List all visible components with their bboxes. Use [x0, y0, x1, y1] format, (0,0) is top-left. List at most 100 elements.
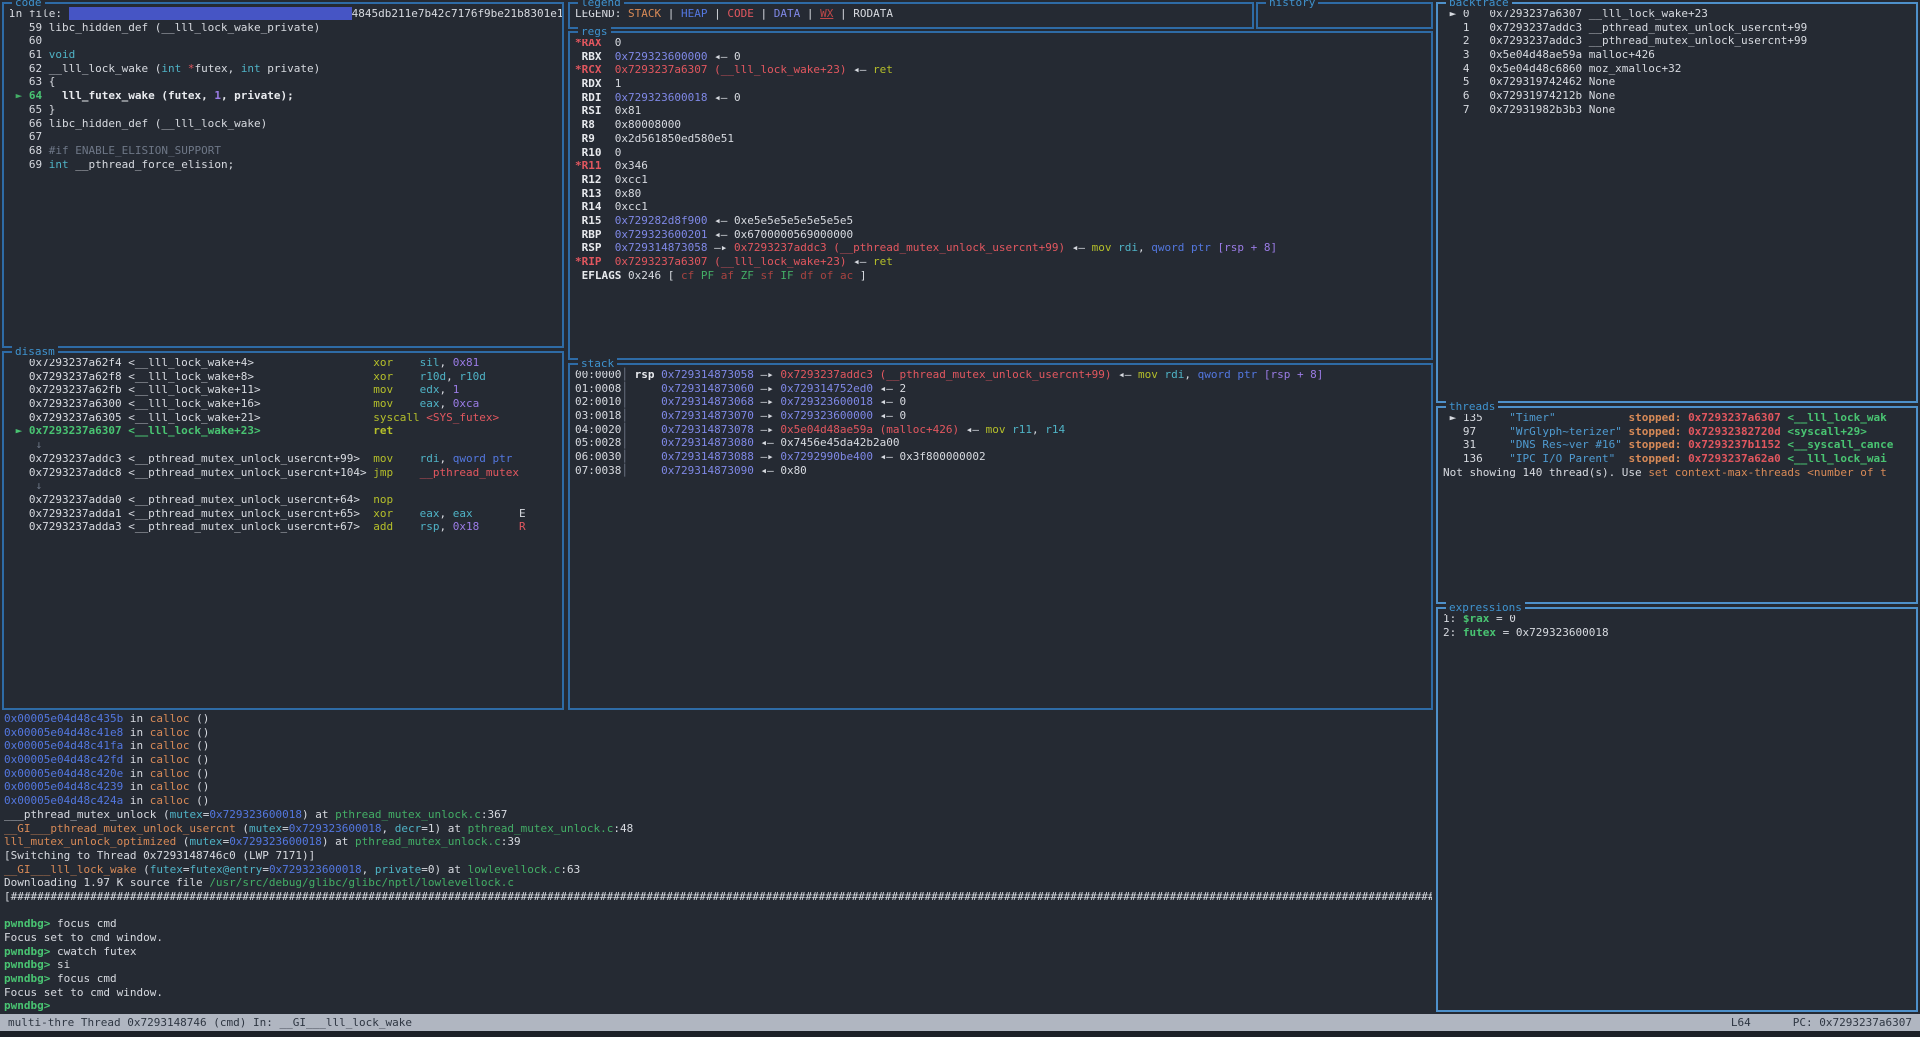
expression-row: 2: futex = 0x729323600018: [1443, 626, 1911, 640]
stack-row: 02:0010│ 0x729314873068 —▸ 0x72932360001…: [575, 395, 1426, 409]
cmd-output-line: 0x00005e04d48c435b in calloc (): [4, 712, 1432, 726]
backtrace-panel: backtrace ► 0 0x7293237a6307 __lll_lock_…: [1436, 2, 1918, 403]
legend-panel: legend LEGEND: STACK | HEAP | CODE | DAT…: [568, 2, 1254, 29]
cmd-output-line: Focus set to cmd window.: [4, 931, 1432, 945]
backtrace-frame: 5 0x729319742462 None: [1443, 75, 1911, 89]
code-line: 65 }: [9, 103, 557, 117]
backtrace-frame: 6 0x72931974212b None: [1443, 89, 1911, 103]
stack-row: 01:0008│ 0x729314873060 —▸ 0x729314752ed…: [575, 382, 1426, 396]
history-panel-title: history: [1266, 0, 1318, 10]
register-row: R12 0xcc1: [575, 173, 1426, 187]
code-line: 61 void: [9, 48, 557, 62]
backtrace-content: ► 0 0x7293237a6307 __lll_lock_wake+23 1 …: [1438, 4, 1916, 401]
disassembly-row: 0x7293237adda1 <__pthread_mutex_unlock_u…: [9, 507, 557, 521]
cmd-output-line: Focus set to cmd window.: [4, 986, 1432, 1000]
register-row: *RAX 0: [575, 36, 1426, 50]
cmd-output-line: __GI___pthread_mutex_unlock_usercnt (mut…: [4, 822, 1432, 836]
backtrace-frame: 4 0x5e04d48c6860 moz_xmalloc+32: [1443, 62, 1911, 76]
stack-row: 04:0020│ 0x729314873078 —▸ 0x5e04d48ae59…: [575, 423, 1426, 437]
register-row: R15 0x729282d8f900 ◂— 0xe5e5e5e5e5e5e5e5: [575, 214, 1426, 228]
code-line: 63 {: [9, 75, 557, 89]
disassembly-row: ↓: [9, 438, 557, 452]
stack-content: 00:0000│ rsp 0x729314873058 —▸ 0x7293237…: [570, 365, 1431, 708]
status-pc: PC: 0x7293237a6307: [1793, 1016, 1912, 1029]
cmd-output-line: lll_mutex_unlock_optimized (mutex=0x7293…: [4, 835, 1432, 849]
backtrace-frame: 3 0x5e04d48ae59a malloc+426: [1443, 48, 1911, 62]
thread-row: 97 "WrGlyph~terizer" stopped: 0x72932382…: [1443, 425, 1911, 439]
status-right-group: L64 PC: 0x7293237a6307: [1689, 1016, 1912, 1029]
disassembly-row: 0x7293237a62f4 <__lll_lock_wake+4> xor s…: [9, 356, 557, 370]
disassembly-panel: disasm 0x7293237a62f4 <__lll_lock_wake+4…: [2, 351, 564, 710]
disassembly-row: 0x7293237addc8 <__pthread_mutex_unlock_u…: [9, 466, 557, 480]
legend-line: LEGEND: STACK | HEAP | CODE | DATA | WX …: [575, 7, 1247, 21]
stack-row: 05:0028│ 0x729314873080 ◂— 0x7456e45da42…: [575, 436, 1426, 450]
code-panel-title: code: [12, 0, 45, 10]
disassembly-row: 0x7293237adda0 <__pthread_mutex_unlock_u…: [9, 493, 557, 507]
stack-panel-title: stack: [578, 357, 617, 371]
thread-row: Not showing 140 thread(s). Use set conte…: [1443, 466, 1911, 480]
register-row: RDX 1: [575, 77, 1426, 91]
expressions-panel-title: expressions: [1446, 601, 1525, 615]
history-panel: history [←] [→]: [1256, 2, 1433, 29]
backtrace-frame: 2 0x7293237addc3 __pthread_mutex_unlock_…: [1443, 34, 1911, 48]
cmd-output-line: [Switching to Thread 0x7293148746c0 (LWP…: [4, 849, 1432, 863]
code-line: 68 #if ENABLE_ELISION_SUPPORT: [9, 144, 557, 158]
code-line: 59 libc_hidden_def (__lll_lock_wake_priv…: [9, 21, 557, 35]
code-line: 62 __lll_lock_wake (int *futex, int priv…: [9, 62, 557, 76]
cmd-output-line: __GI___lll_lock_wake (futex=futex@entry=…: [4, 863, 1432, 877]
code-line: 69 int __pthread_force_elision;: [9, 158, 557, 172]
cmd-output-line: ___pthread_mutex_unlock (mutex=0x7293236…: [4, 808, 1432, 822]
cmd-output-line: pwndbg> si: [4, 958, 1432, 972]
cmd-output-line: Downloading 1.97 K source file /usr/src/…: [4, 876, 1432, 890]
thread-row: 136 "IPC I/O Parent" stopped: 0x7293237a…: [1443, 452, 1911, 466]
code-line: 60: [9, 34, 557, 48]
cmd-output-line: 0x00005e04d48c4239 in calloc (): [4, 780, 1432, 794]
register-row: R10 0: [575, 146, 1426, 160]
register-row: R14 0xcc1: [575, 200, 1426, 214]
registers-panel: regs *RAX 0 RBX 0x729323600000 ◂— 0*RCX …: [568, 31, 1433, 360]
backtrace-panel-title: backtrace: [1446, 0, 1512, 10]
stack-row: 00:0000│ rsp 0x729314873058 —▸ 0x7293237…: [575, 368, 1426, 382]
command-window[interactable]: 0x00005e04d48c435b in calloc ()0x00005e0…: [4, 712, 1432, 1013]
register-row: R13 0x80: [575, 187, 1426, 201]
disassembly-row: 0x7293237a62fb <__lll_lock_wake+11> mov …: [9, 383, 557, 397]
stack-row: 03:0018│ 0x729314873070 —▸ 0x72932360000…: [575, 409, 1426, 423]
cmd-output-line: 0x00005e04d48c42fd in calloc (): [4, 753, 1432, 767]
cmd-output-line: 0x00005e04d48c424a in calloc (): [4, 794, 1432, 808]
cmd-output-line: [#######################################…: [4, 890, 1432, 904]
registers-content: *RAX 0 RBX 0x729323600000 ◂— 0*RCX 0x729…: [570, 33, 1431, 358]
code-file-hash: 4845db211e7b42c7176f9be21b8301e13e: [352, 7, 562, 20]
disassembly-row: 0x7293237a6305 <__lll_lock_wake+21> sysc…: [9, 411, 557, 425]
pwndbg-terminal: { "colors":{ "background":"#252a33","pan…: [0, 0, 1920, 1037]
threads-panel: threads ► 135 "Timer" stopped: 0x7293237…: [1436, 406, 1918, 604]
backtrace-frame: 1 0x7293237addc3 __pthread_mutex_unlock_…: [1443, 21, 1911, 35]
register-row: R9 0x2d561850ed580e51: [575, 132, 1426, 146]
thread-row: ► 135 "Timer" stopped: 0x7293237a6307 <_…: [1443, 411, 1911, 425]
backtrace-frame: 7 0x72931982b3b3 None: [1443, 103, 1911, 117]
code-source-listing: 59 libc_hidden_def (__lll_lock_wake_priv…: [9, 21, 557, 172]
legend-content: LEGEND: STACK | HEAP | CODE | DATA | WX …: [570, 4, 1252, 27]
threads-content: ► 135 "Timer" stopped: 0x7293237a6307 <_…: [1438, 408, 1916, 602]
register-row: RBX 0x729323600000 ◂— 0: [575, 50, 1426, 64]
backtrace-frame: ► 0 0x7293237a6307 __lll_lock_wake+23: [1443, 7, 1911, 21]
cmd-output-line: 0x00005e04d48c41fa in calloc (): [4, 739, 1432, 753]
legend-panel-title: legend: [578, 0, 624, 10]
cmd-output-line: pwndbg>: [4, 999, 1432, 1013]
disassembly-panel-title: disasm: [12, 345, 58, 359]
disassembly-row: 0x7293237adda3 <__pthread_mutex_unlock_u…: [9, 520, 557, 534]
threads-panel-title: threads: [1446, 400, 1498, 414]
register-row: RSP 0x729314873058 —▸ 0x7293237addc3 (__…: [575, 241, 1426, 255]
cmd-output-line: pwndbg> focus cmd: [4, 972, 1432, 986]
register-row: EFLAGS 0x246 [ cf PF af ZF sf IF df of a…: [575, 269, 1426, 283]
code-line: 66 libc_hidden_def (__lll_lock_wake): [9, 117, 557, 131]
cmd-output-line: [4, 904, 1432, 918]
cmd-output-line: 0x00005e04d48c41e8 in calloc (): [4, 726, 1432, 740]
thread-row: 31 "DNS Res~ver #16" stopped: 0x7293237b…: [1443, 438, 1911, 452]
status-line-number: L64: [1731, 1016, 1751, 1029]
registers-panel-title: regs: [578, 25, 611, 39]
code-line: 67: [9, 130, 557, 144]
register-row: *RIP 0x7293237a6307 (__lll_lock_wake+23)…: [575, 255, 1426, 269]
code-panel: code In file: 4845db211e7b42c7176f9be21b…: [2, 2, 564, 348]
status-thread-info: multi-thre Thread 0x7293148746 (cmd) In:…: [8, 1016, 412, 1029]
disassembly-row: ► 0x7293237a6307 <__lll_lock_wake+23> re…: [9, 424, 557, 438]
